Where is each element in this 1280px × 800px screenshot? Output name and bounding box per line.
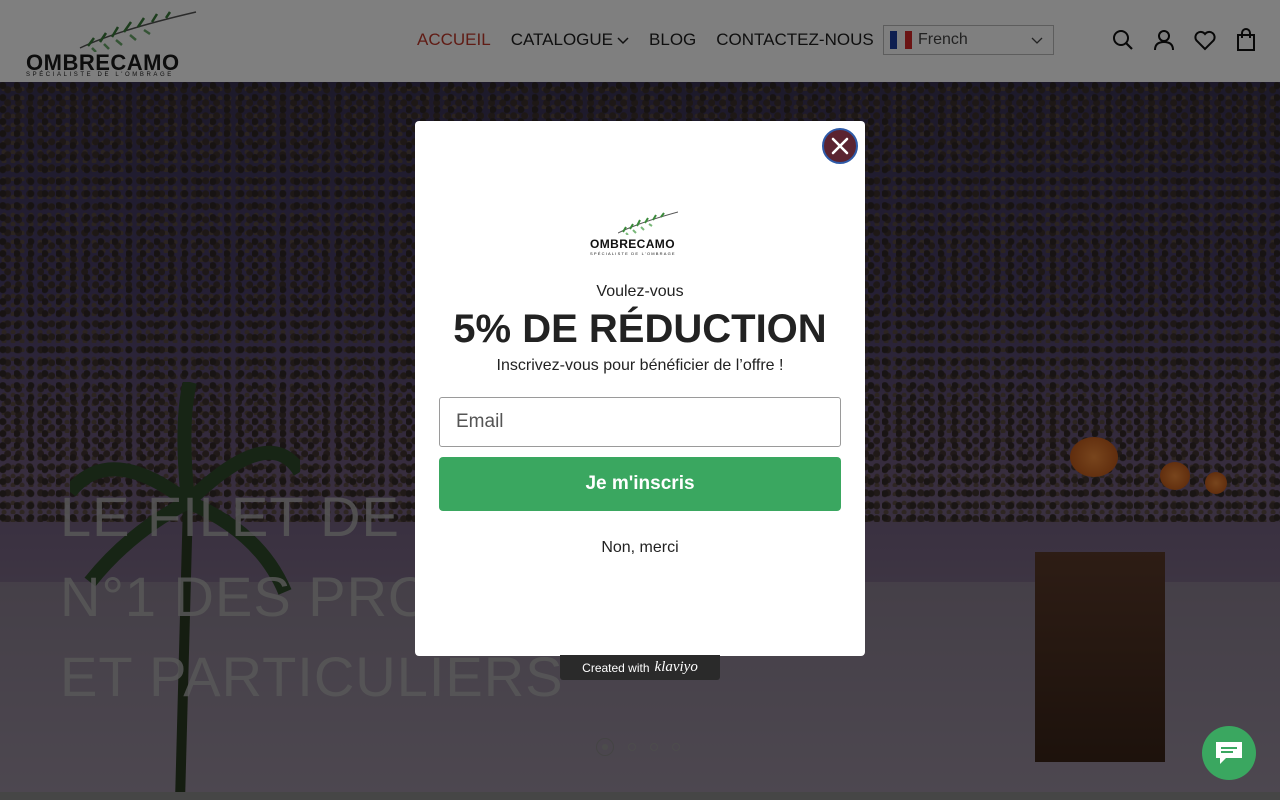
close-popup-button[interactable] [822, 128, 858, 164]
logo-tagline: SPÉCIALISTE DE L'OMBRAGE [590, 251, 676, 256]
credit-prefix: Created with [582, 660, 650, 675]
klaviyo-credit[interactable]: Created with klaviyo [560, 655, 720, 680]
popup-subtitle: Inscrivez-vous pour bénéficier de l’offr… [496, 357, 784, 374]
decline-button[interactable]: Non, merci [415, 539, 865, 557]
popup-pretitle: Voulez-vous [596, 283, 684, 300]
logo-leaves-icon [618, 211, 678, 235]
chat-widget-button[interactable] [1202, 726, 1256, 780]
popup-logo: OMBRECAMO SPÉCIALISTE DE L'OMBRAGE [590, 211, 690, 256]
signup-popup: OMBRECAMO SPÉCIALISTE DE L'OMBRAGE Voule… [415, 121, 865, 656]
chat-bubble-icon [1216, 742, 1242, 764]
subscribe-button[interactable]: Je m'inscris [439, 457, 841, 511]
close-icon [831, 137, 849, 155]
popup-title: 5% DE RÉDUCTION [453, 307, 827, 351]
email-field[interactable] [439, 397, 841, 447]
logo-brand: OMBRECAMO [590, 237, 675, 251]
klaviyo-logo: klaviyo [654, 659, 698, 675]
